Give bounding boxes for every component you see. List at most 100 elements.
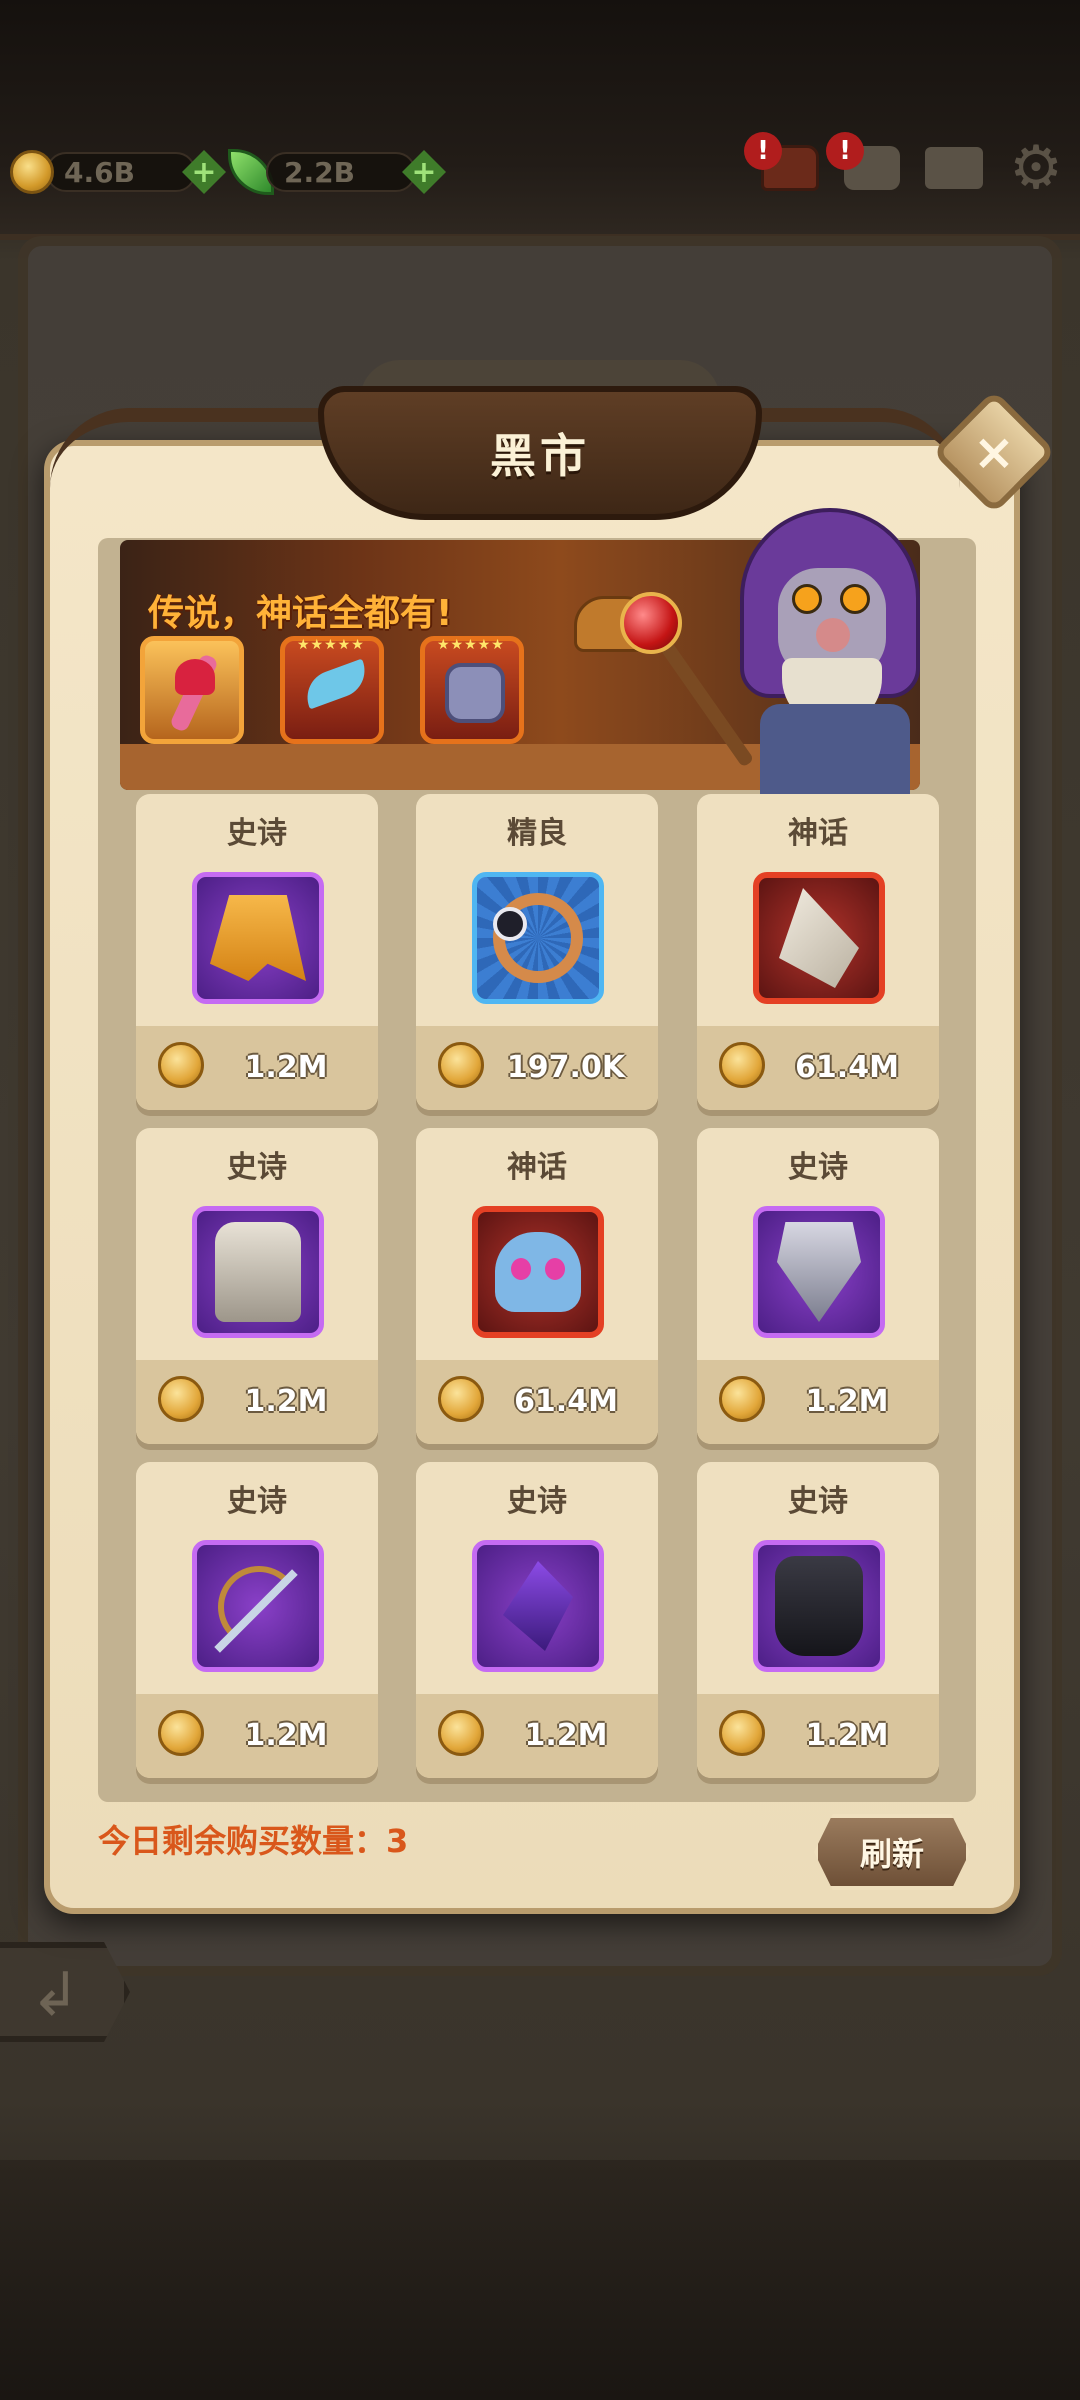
item-price-bar: 61.4M [697, 1026, 939, 1110]
stars-icon: ★★★★★ [437, 637, 505, 653]
leaf-resource: 2.2B + [228, 146, 446, 198]
item-price-bar: 1.2M [136, 1026, 378, 1110]
back-button[interactable]: ↲ [0, 1942, 130, 2042]
gold-amount: 4.6B [46, 152, 196, 192]
boot-icon [215, 1222, 301, 1322]
coin-icon [719, 1710, 765, 1756]
item-price-bar: 1.2M [697, 1694, 939, 1778]
mail-icon [925, 147, 983, 189]
item-price: 61.4M [795, 1050, 899, 1085]
merchant-wizard-character [700, 508, 960, 798]
settings-button[interactable]: ⚙ [1006, 133, 1066, 203]
item-icon-frame [192, 1540, 324, 1672]
glove-icon [775, 1556, 863, 1656]
heart-gem-icon [175, 659, 215, 695]
item-icon-frame [753, 1540, 885, 1672]
item-price: 1.2M [524, 1718, 608, 1753]
ring-icon [493, 893, 583, 983]
item-icon-frame [753, 1206, 885, 1338]
cloak-icon [210, 895, 306, 981]
item-icon-frame [472, 1206, 604, 1338]
coin-icon [158, 1042, 204, 1088]
coin-icon [719, 1042, 765, 1088]
item-icon-frame [192, 1206, 324, 1338]
close-icon: × [973, 423, 1015, 481]
shop-item-card[interactable]: 神话 61.4M [697, 794, 939, 1110]
armor-icon [445, 663, 505, 723]
shield-icon [777, 1222, 861, 1322]
item-price: 1.2M [244, 1050, 328, 1085]
banner-scepter-item [140, 636, 244, 744]
wizard-eye [840, 584, 870, 614]
modal-title-plaque: 黑市 [318, 386, 762, 520]
shop-item-card[interactable]: 史诗 1.2M [697, 1462, 939, 1778]
coin-icon [158, 1376, 204, 1422]
red-orb-icon [620, 592, 682, 654]
item-price-bar: 197.0K [416, 1026, 658, 1110]
modal-ornament-left [50, 408, 350, 488]
item-rarity: 史诗 [227, 1484, 287, 1519]
item-icon-frame [753, 872, 885, 1004]
item-rarity: 史诗 [227, 1150, 287, 1185]
item-price-bar: 1.2M [416, 1694, 658, 1778]
modal-title: 黑市 [490, 429, 590, 483]
wizard-body [760, 704, 910, 798]
shop-item-card[interactable]: 史诗 1.2M [136, 1462, 378, 1778]
chest-button[interactable]: ! [744, 132, 820, 196]
wizard-nose [816, 618, 850, 652]
claw-icon [779, 888, 859, 988]
coin-icon [719, 1376, 765, 1422]
crystal-necklace-icon [503, 1561, 573, 1651]
blade-icon [299, 658, 373, 710]
mail-button[interactable] [924, 140, 984, 196]
back-arrow-icon: ↲ [30, 1960, 81, 2030]
coin-icon [438, 1710, 484, 1756]
refresh-button[interactable]: 刷新 [814, 1814, 970, 1890]
leaf-amount: 2.2B [266, 152, 416, 192]
alert-badge: ! [826, 132, 864, 170]
banner-blade-item: ★★★★★ [280, 636, 384, 744]
daily-purchase-remaining: 今日剩余购买数量：3 [98, 1822, 409, 1860]
skull-icon [495, 1232, 581, 1312]
item-icon-frame [472, 1540, 604, 1672]
coin-icon [158, 1710, 204, 1756]
coin-icon [438, 1042, 484, 1088]
item-price: 1.2M [805, 1384, 889, 1419]
shop-item-card[interactable]: 精良 197.0K [416, 794, 658, 1110]
coin-icon [438, 1376, 484, 1422]
stars-icon: ★★★★★ [297, 637, 365, 653]
item-icon-frame [472, 872, 604, 1004]
item-rarity: 史诗 [788, 1484, 848, 1519]
item-rarity: 神话 [507, 1150, 567, 1185]
banner-armor-item: ★★★★★ [420, 636, 524, 744]
top-bar [0, 0, 1080, 240]
bow-icon [208, 1556, 308, 1656]
shop-item-card[interactable]: 史诗 1.2M [416, 1462, 658, 1778]
item-rarity: 史诗 [788, 1150, 848, 1185]
item-rarity: 史诗 [507, 1484, 567, 1519]
gold-resource: 4.6B + [10, 146, 226, 198]
item-price-bar: 61.4M [416, 1360, 658, 1444]
item-price: 1.2M [244, 1384, 328, 1419]
shop-item-card[interactable]: 史诗 1.2M [136, 794, 378, 1110]
bottom-bar [0, 2160, 1080, 2400]
item-price: 1.2M [805, 1718, 889, 1753]
shop-item-card[interactable]: 神话 61.4M [416, 1128, 658, 1444]
item-price-bar: 1.2M [136, 1360, 378, 1444]
item-rarity: 神话 [788, 816, 848, 851]
chat-button[interactable]: ! [826, 132, 902, 196]
shop-item-card[interactable]: 史诗 1.2M [136, 1128, 378, 1444]
hud-icon-row: ! ! ⚙ [744, 132, 1066, 203]
item-price-bar: 1.2M [136, 1694, 378, 1778]
item-price: 61.4M [514, 1384, 618, 1419]
item-rarity: 史诗 [227, 816, 287, 851]
item-price-bar: 1.2M [697, 1360, 939, 1444]
refresh-label: 刷新 [859, 1835, 924, 1873]
item-price: 197.0K [506, 1050, 626, 1085]
item-rarity: 精良 [507, 816, 567, 851]
item-price: 1.2M [244, 1718, 328, 1753]
item-icon-frame [192, 872, 324, 1004]
shop-item-card[interactable]: 史诗 1.2M [697, 1128, 939, 1444]
gear-icon: ⚙ [1009, 133, 1063, 203]
banner-slogan: 传说，神话全都有! [148, 593, 453, 634]
